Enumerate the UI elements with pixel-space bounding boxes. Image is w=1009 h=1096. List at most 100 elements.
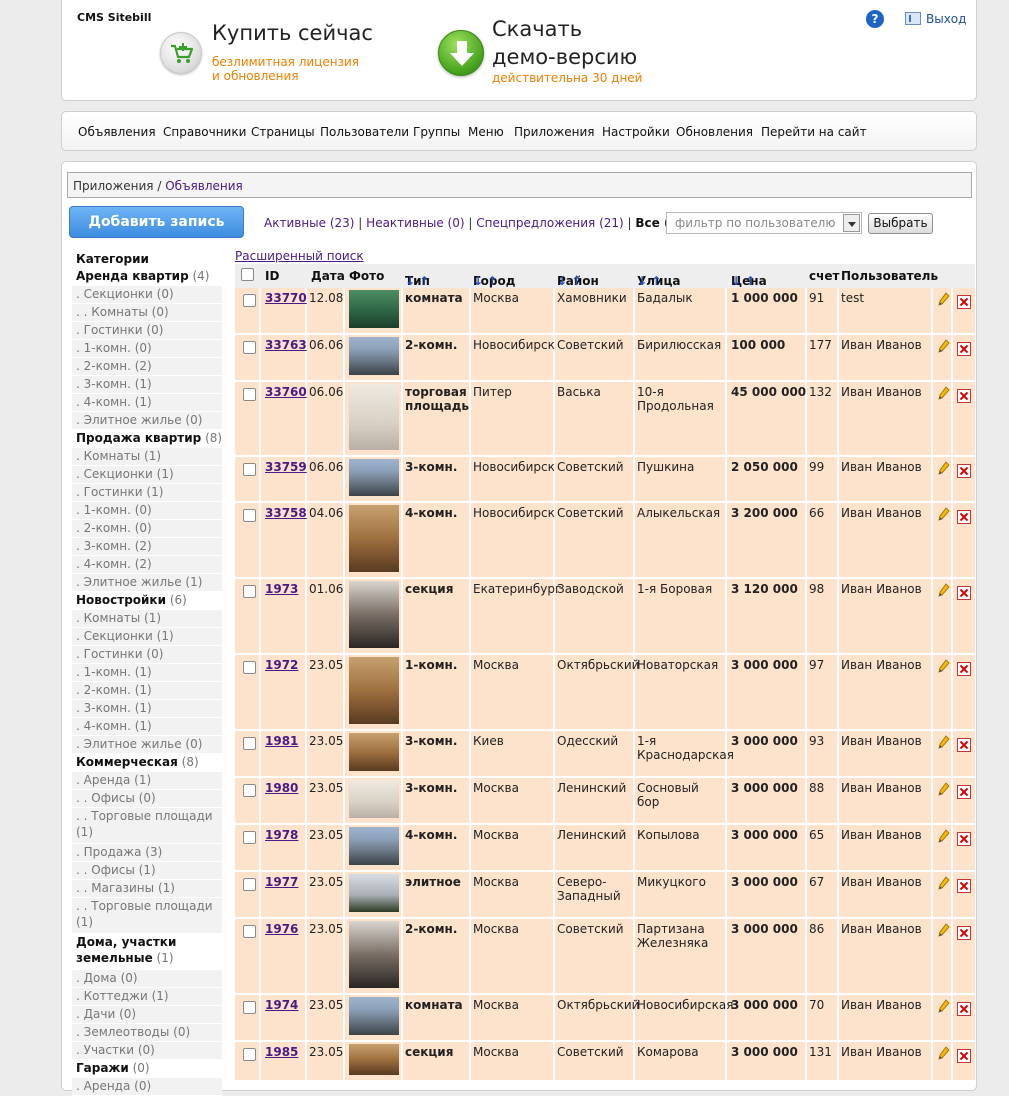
category-label[interactable]: . . Торговые площади [76, 809, 213, 823]
subcategory-item[interactable]: . . Торговые площади (1) [72, 808, 222, 844]
subcategory-item[interactable]: . Секционки (0) [72, 286, 222, 304]
sort-street-arrows[interactable]: ↓ ↑ [637, 274, 661, 288]
select-button[interactable]: Выбрать [868, 213, 933, 234]
category-label[interactable]: . Гостинки [76, 647, 143, 661]
category-label[interactable]: . 1-комн. [76, 503, 131, 517]
category-label[interactable]: . . Комнаты [76, 305, 148, 319]
listing-photo[interactable] [349, 827, 399, 865]
category-label[interactable]: . 4-комн. [76, 719, 131, 733]
listing-photo[interactable] [349, 780, 399, 818]
category-label[interactable]: . Элитное жилье [76, 575, 182, 589]
row-checkbox[interactable] [243, 784, 256, 797]
subcategory-item[interactable]: . Аренда (0) [72, 1078, 222, 1096]
nav-item-updates[interactable]: Обновления [676, 125, 753, 139]
edit-icon[interactable] [938, 339, 950, 356]
subcategory-item[interactable]: . Гостинки (1) [72, 484, 222, 502]
row-checkbox[interactable] [243, 737, 256, 750]
listing-photo[interactable] [349, 384, 399, 450]
breadcrumb-root[interactable]: Приложения [73, 179, 154, 193]
delete-icon[interactable] [957, 464, 971, 478]
row-checkbox[interactable] [243, 878, 256, 891]
delete-icon[interactable] [957, 1002, 971, 1016]
category-label[interactable]: . . Офисы [76, 791, 135, 805]
row-checkbox[interactable] [243, 294, 256, 307]
subcategory-item[interactable]: . Гостинки (0) [72, 322, 222, 340]
edit-icon[interactable] [938, 923, 950, 940]
listing-photo[interactable] [349, 997, 399, 1035]
category-label[interactable]: . 4-комн. [76, 395, 131, 409]
category-label[interactable]: . 3-комн. [76, 377, 131, 391]
subcategory-item[interactable]: . Элитное жилье (0) [72, 412, 222, 430]
delete-icon[interactable] [957, 879, 971, 893]
delete-icon[interactable] [957, 662, 971, 676]
subcategory-item[interactable]: . 4-комн. (2) [72, 556, 222, 574]
nav-item-goto-site[interactable]: Перейти на сайт [761, 125, 867, 139]
subcategory-item[interactable]: . 2-комн. (1) [72, 682, 222, 700]
listing-id-link[interactable]: 1981 [265, 734, 309, 748]
category-label[interactable]: . Комнаты [76, 611, 140, 625]
category-item[interactable]: Аренда квартир (4) [72, 268, 222, 286]
edit-icon[interactable] [938, 876, 950, 893]
sort-city-arrows[interactable]: ↓ ↑ [473, 274, 497, 288]
category-label[interactable]: . Участки [76, 1043, 134, 1057]
listing-photo[interactable] [349, 459, 399, 496]
breadcrumb-current[interactable]: Объявления [165, 179, 243, 193]
nav-item-users[interactable]: Пользователи [320, 125, 409, 139]
category-label[interactable]: Коммерческая [76, 755, 178, 769]
advanced-search-link[interactable]: Расширенный поиск [235, 249, 364, 263]
edit-icon[interactable] [938, 735, 950, 752]
category-label[interactable]: . Гостинки [76, 323, 143, 337]
cart-icon[interactable] [160, 32, 202, 74]
subcategory-item[interactable]: . 1-комн. (1) [72, 664, 222, 682]
category-item[interactable]: Коммерческая (8) [72, 754, 222, 772]
row-checkbox[interactable] [243, 1048, 256, 1061]
category-label[interactable]: . 2-комн. [76, 683, 131, 697]
download-icon[interactable] [438, 30, 484, 76]
delete-icon[interactable] [957, 389, 971, 403]
listing-photo[interactable] [349, 657, 399, 724]
category-label[interactable]: . Секционки [76, 287, 153, 301]
subcategory-item[interactable]: . 4-комн. (1) [72, 394, 222, 412]
listing-photo[interactable] [349, 337, 399, 375]
subcategory-item[interactable]: . Элитное жилье (1) [72, 574, 222, 592]
nav-item-ads[interactable]: Объявления [78, 125, 156, 139]
listing-photo[interactable] [349, 733, 399, 771]
subcategory-item[interactable]: . 3-комн. (1) [72, 700, 222, 718]
nav-item-menu[interactable]: Меню [468, 125, 504, 139]
nav-item-apps[interactable]: Приложения [514, 125, 595, 139]
category-label[interactable]: . Элитное жилье [76, 737, 182, 751]
subcategory-item[interactable]: . Секционки (1) [72, 466, 222, 484]
sort-price-arrows[interactable]: ↓ ↑ [731, 274, 755, 288]
delete-icon[interactable] [957, 295, 971, 309]
listing-id-link[interactable]: 1977 [265, 875, 309, 889]
listing-id-link[interactable]: 33758 [265, 506, 309, 520]
category-label[interactable]: Продажа квартир [76, 431, 201, 445]
filter-special[interactable]: Спецпредложения (21) [476, 216, 623, 230]
listing-id-link[interactable]: 33763 [265, 338, 309, 352]
subcategory-item[interactable]: . Участки (0) [72, 1042, 222, 1060]
listing-id-link[interactable]: 33760 [265, 385, 309, 399]
listing-photo[interactable] [349, 921, 399, 988]
category-label[interactable]: . 2-комн. [76, 521, 131, 535]
category-item[interactable]: Дома, участки земельные (1) [72, 934, 222, 970]
subcategory-item[interactable]: . . Торговые площади (1) [72, 898, 222, 934]
subcategory-item[interactable]: . Дачи (0) [72, 1006, 222, 1024]
subcategory-item[interactable]: . 1-комн. (0) [72, 502, 222, 520]
category-label[interactable]: . 1-комн. [76, 341, 131, 355]
row-checkbox[interactable] [243, 388, 256, 401]
listing-id-link[interactable]: 1972 [265, 658, 309, 672]
row-checkbox[interactable] [243, 463, 256, 476]
listing-id-link[interactable]: 1978 [265, 828, 309, 842]
category-label[interactable]: . Продажа [76, 845, 141, 859]
subcategory-item[interactable]: . Комнаты (1) [72, 610, 222, 628]
category-label[interactable]: Гаражи [76, 1061, 129, 1075]
nav-item-pages[interactable]: Страницы [251, 125, 315, 139]
subcategory-item[interactable]: . Коттеджи (1) [72, 988, 222, 1006]
subcategory-item[interactable]: . Гостинки (0) [72, 646, 222, 664]
subcategory-item[interactable]: . . Офисы (1) [72, 862, 222, 880]
listing-id-link[interactable]: 1973 [265, 582, 309, 596]
category-label[interactable]: . Комнаты [76, 449, 140, 463]
listing-id-link[interactable]: 33770 [265, 291, 309, 305]
category-label[interactable]: Аренда квартир [76, 269, 189, 283]
listing-photo[interactable] [349, 874, 399, 912]
